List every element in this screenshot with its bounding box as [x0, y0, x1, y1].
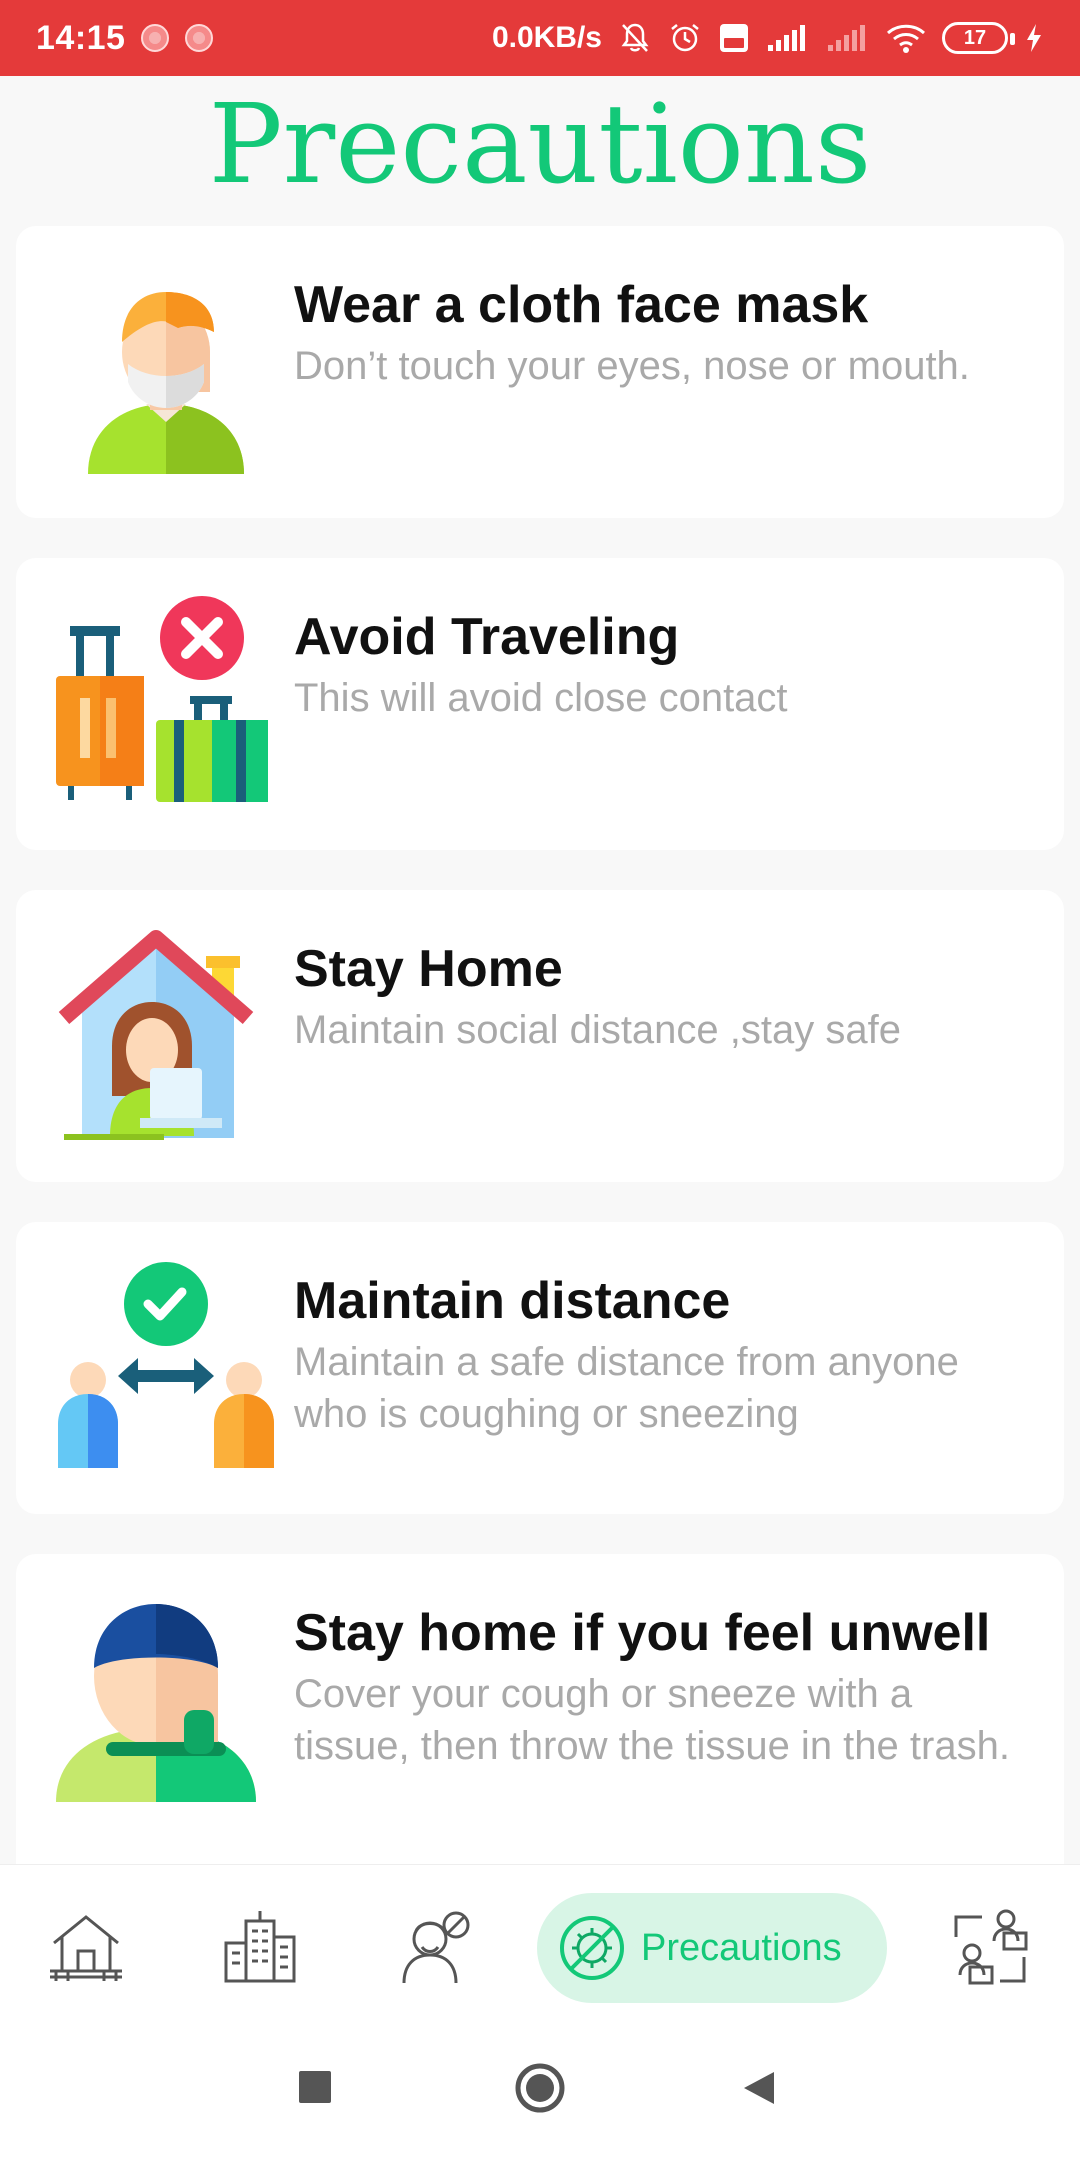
notification-icon [141, 24, 170, 52]
bottom-navigation: Precautions [0, 1864, 1080, 2030]
nav-remote-work-icon[interactable] [950, 1907, 1030, 1987]
card-description: Cover your cough or sneeze with a tissue… [294, 1672, 1010, 1768]
card-text: Avoid Traveling This will avoid close co… [294, 606, 1024, 724]
card-text: Wear a cloth face mask Don’t touch your … [294, 274, 1024, 392]
card-title: Wear a cloth face mask [294, 276, 869, 334]
wifi-icon [886, 22, 926, 54]
nav-doctor-icon[interactable] [394, 1907, 474, 1987]
status-bar: 14:15 0.0KB/s 17 [0, 0, 1080, 76]
recents-button[interactable] [298, 2070, 332, 2109]
charging-icon [1024, 22, 1044, 54]
card-title: Stay home if you feel unwell [294, 1604, 991, 1662]
page-title: Precautions [208, 80, 872, 208]
signal-no-service-icon [826, 23, 870, 53]
card-text: Stay Home Maintain social distance ,stay… [294, 938, 1024, 1056]
precaution-card: Stay home if you feel unwell Cover your … [16, 1554, 1064, 1864]
card-description: Don’t touch your eyes, nose or mouth. [294, 344, 970, 388]
nav-home-icon[interactable] [46, 1907, 126, 1987]
card-text: Maintain distance Maintain a safe distan… [294, 1270, 1024, 1440]
network-speed: 0.0KB/s [491, 21, 602, 54]
social-distance-icon [56, 1260, 276, 1480]
card-description: This will avoid close contact [294, 676, 788, 720]
system-navigation-bar [0, 2030, 1080, 2160]
nav-city-buildings-icon[interactable] [220, 1907, 300, 1987]
nav-precautions-tab[interactable]: Precautions [537, 1893, 887, 2003]
stay-home-icon [56, 928, 276, 1148]
alarm-icon [668, 21, 702, 55]
nav-precautions-label: Precautions [641, 1926, 842, 1969]
cough-person-icon [56, 1592, 276, 1812]
bell-off-icon [618, 21, 652, 55]
notification-icon [185, 24, 214, 52]
precaution-card: Stay Home Maintain social distance ,stay… [16, 890, 1064, 1182]
signal-icon [766, 23, 810, 53]
precaution-card: Wear a cloth face mask Don’t touch your … [16, 226, 1064, 518]
volte-icon [718, 22, 750, 54]
card-title: Maintain distance [294, 1272, 731, 1330]
masked-person-icon [56, 264, 276, 484]
status-right: 0.0KB/s 17 [492, 21, 1044, 55]
status-left: 14:15 [36, 18, 214, 58]
precaution-card: Avoid Traveling This will avoid close co… [16, 558, 1064, 850]
card-text: Stay home if you feel unwell Cover your … [294, 1602, 1024, 1772]
back-button[interactable] [742, 2070, 776, 2111]
battery-level: 17 [963, 26, 987, 49]
card-title: Avoid Traveling [294, 608, 680, 666]
home-button[interactable] [514, 2062, 566, 2119]
card-title: Stay Home [294, 940, 563, 998]
card-description: Maintain a safe distance from anyone who… [294, 1340, 959, 1436]
no-travel-luggage-icon [56, 596, 276, 816]
status-time: 14:15 [36, 18, 126, 57]
card-description: Maintain social distance ,stay safe [294, 1008, 901, 1052]
virus-icon [560, 1916, 624, 1980]
battery-icon: 17 [942, 22, 1015, 54]
precaution-card: Maintain distance Maintain a safe distan… [16, 1222, 1064, 1514]
